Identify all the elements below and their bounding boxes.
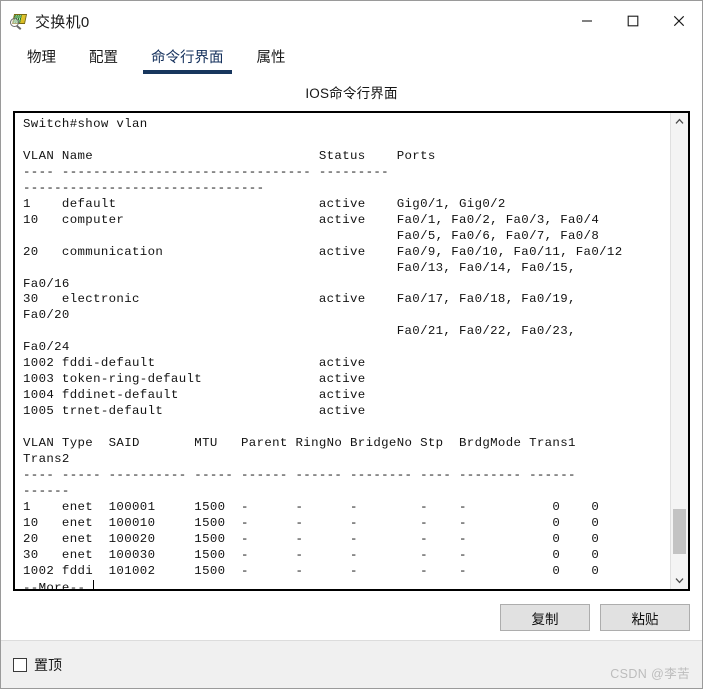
minimize-button[interactable] xyxy=(564,1,610,41)
tab-physical[interactable]: 物理 xyxy=(17,44,66,74)
maximize-button[interactable] xyxy=(610,1,656,41)
window-controls xyxy=(564,1,702,41)
switch-device-icon xyxy=(10,12,28,30)
terminal-scrollbar[interactable] xyxy=(670,113,688,589)
close-icon xyxy=(673,15,685,27)
maximize-icon xyxy=(627,15,639,27)
close-button[interactable] xyxy=(656,1,702,41)
pin-on-top-checkbox[interactable]: 置顶 xyxy=(13,655,62,675)
minimize-icon xyxy=(582,20,592,22)
tab-config[interactable]: 配置 xyxy=(79,44,128,74)
scrollbar-thumb[interactable] xyxy=(673,509,686,554)
chevron-up-icon xyxy=(675,118,684,124)
copy-button[interactable]: 复制 xyxy=(500,604,590,631)
scroll-up-button[interactable] xyxy=(671,113,688,130)
tab-cli[interactable]: 命令行界面 xyxy=(141,44,234,74)
title-bar-left: 交换机0 xyxy=(1,11,90,32)
tab-bar: 物理 配置 命令行界面 属性 xyxy=(1,41,702,74)
paste-button[interactable]: 粘贴 xyxy=(600,604,690,631)
scrollbar-track[interactable] xyxy=(671,130,688,572)
panel-heading: IOS命令行界面 xyxy=(305,86,398,101)
terminal-output[interactable]: Switch#show vlan VLAN Name Status Ports … xyxy=(15,113,670,589)
watermark: CSDN @李苦 xyxy=(610,667,690,681)
title-bar: 交换机0 xyxy=(1,1,702,41)
terminal-text: Switch#show vlan VLAN Name Status Ports … xyxy=(23,117,623,578)
scroll-down-button[interactable] xyxy=(671,572,688,589)
checkbox-box-icon[interactable] xyxy=(13,657,27,672)
cli-panel: IOS命令行界面 Switch#show vlan VLAN Name Stat… xyxy=(1,74,702,640)
terminal-actions: 复制 粘贴 xyxy=(13,591,690,631)
window-title: 交换机0 xyxy=(35,13,90,31)
terminal-container: Switch#show vlan VLAN Name Status Ports … xyxy=(13,111,690,591)
tab-attributes[interactable]: 属性 xyxy=(247,44,296,74)
more-prompt: --More-- xyxy=(23,580,86,589)
window-footer: 置顶 CSDN @李苦 xyxy=(1,640,702,688)
chevron-down-icon xyxy=(675,578,684,584)
terminal-caret xyxy=(93,579,95,589)
switch-cli-window: 交换机0 物理 配置 命令行界面 属性 IOS命令行界面 Switch#show… xyxy=(0,0,703,689)
pin-on-top-label: 置顶 xyxy=(34,656,62,673)
